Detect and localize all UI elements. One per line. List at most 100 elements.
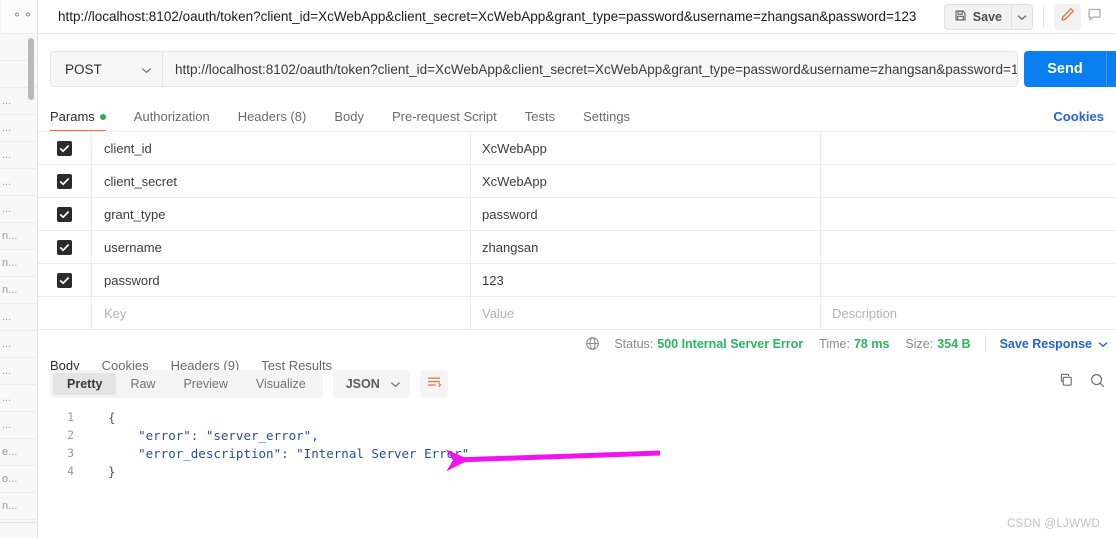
- line-content: {: [108, 409, 116, 425]
- param-key-input[interactable]: client_secret: [92, 165, 471, 197]
- sidebar-top-box: ⚬⚬⚬: [2, 0, 37, 34]
- tab-tests[interactable]: Tests: [525, 109, 569, 132]
- edit-request-button[interactable]: [1054, 4, 1081, 30]
- view-mode-preview[interactable]: Preview: [169, 373, 241, 395]
- tab-authorization[interactable]: Authorization: [134, 109, 224, 132]
- list-item[interactable]: n...: [0, 277, 37, 304]
- list-item[interactable]: n...: [0, 223, 37, 250]
- view-mode-pretty[interactable]: Pretty: [53, 373, 117, 395]
- param-description-input[interactable]: [821, 198, 1116, 230]
- param-value-input[interactable]: zhangsan: [471, 231, 821, 263]
- list-item[interactable]: ...: [0, 169, 37, 196]
- table-row: grant_type password: [38, 198, 1116, 231]
- line-content: "error_description": "Internal Server Er…: [108, 445, 470, 461]
- param-description-input[interactable]: [821, 264, 1116, 296]
- table-row: password 123: [38, 264, 1116, 297]
- sidebar-footer: [0, 522, 37, 538]
- sidebar-scrollbar[interactable]: [28, 38, 34, 100]
- list-item[interactable]: ...: [0, 358, 37, 385]
- line-number: 1: [67, 410, 74, 424]
- checkbox-checked-icon[interactable]: [57, 173, 72, 189]
- save-button-label: Save: [972, 10, 1002, 24]
- list-item[interactable]: n...: [0, 250, 37, 277]
- save-response-button[interactable]: Save Response: [1000, 337, 1108, 351]
- checkbox-checked-icon[interactable]: [57, 239, 72, 255]
- window-titlebar: http://localhost:8102/oauth/token?client…: [38, 0, 1116, 34]
- http-method-select[interactable]: POST: [50, 51, 163, 87]
- floppy-disk-icon: [954, 9, 967, 25]
- comments-button[interactable]: [1081, 4, 1108, 30]
- line-content: }: [108, 463, 116, 479]
- param-value-input[interactable]: password: [471, 198, 821, 230]
- list-item[interactable]: ...: [0, 412, 37, 439]
- param-description-input[interactable]: [821, 132, 1116, 164]
- row-checkbox-cell: [38, 165, 92, 197]
- code-line: 4 }: [38, 462, 1116, 480]
- param-description-input[interactable]: [821, 165, 1116, 197]
- response-format-value: JSON: [345, 377, 380, 391]
- request-bar: POST http://localhost:8102/oauth/token?c…: [38, 34, 1116, 96]
- response-body-viewer[interactable]: 1 { 2 "error": "server_error", 3 "error_…: [38, 408, 1116, 516]
- list-item[interactable]: ...: [0, 196, 37, 223]
- send-button[interactable]: Send: [1024, 51, 1106, 87]
- param-key-input[interactable]: grant_type: [92, 198, 471, 230]
- param-value-input[interactable]: XcWebApp: [471, 165, 821, 197]
- request-url-input[interactable]: http://localhost:8102/oauth/token?client…: [163, 51, 1018, 87]
- response-format-select[interactable]: JSON: [332, 370, 410, 398]
- tab-settings[interactable]: Settings: [583, 109, 644, 132]
- param-description-input-empty[interactable]: Description: [821, 297, 1116, 329]
- tab-headers[interactable]: Headers (8): [238, 109, 321, 132]
- save-dropdown-button[interactable]: [1011, 4, 1033, 30]
- chevron-down-icon: [1017, 8, 1027, 26]
- table-row-empty: Key Value Description: [38, 297, 1116, 330]
- response-view-toolbar: Pretty Raw Preview Visualize JSON: [50, 370, 448, 398]
- tab-pre-request-script[interactable]: Pre-request Script: [392, 109, 511, 132]
- watermark: CSDN @LJWWD: [1007, 518, 1100, 530]
- row-checkbox-cell: [38, 132, 92, 164]
- save-button[interactable]: Save: [943, 4, 1011, 30]
- checkbox-checked-icon[interactable]: [57, 272, 72, 288]
- list-item[interactable]: ...: [0, 331, 37, 358]
- list-item[interactable]: ...: [0, 115, 37, 142]
- response-status-bar: Status: 500 Internal Server Error Time: …: [585, 335, 1108, 352]
- checkbox-checked-icon[interactable]: [57, 140, 72, 156]
- size-value: 354 B: [937, 336, 971, 351]
- param-value-input[interactable]: XcWebApp: [471, 132, 821, 164]
- tab-body[interactable]: Body: [334, 109, 378, 132]
- view-mode-visualize[interactable]: Visualize: [242, 373, 320, 395]
- copy-icon[interactable]: [1058, 372, 1075, 394]
- more-horizontal-icon[interactable]: ⚬⚬⚬: [12, 8, 37, 22]
- row-checkbox-cell: [38, 264, 92, 296]
- search-icon[interactable]: [1089, 372, 1106, 394]
- postman-window: ⚬⚬⚬ ... ... ... ... ... n... n... n... .…: [0, 0, 1116, 538]
- list-item[interactable]: n...: [0, 493, 37, 520]
- param-key-input[interactable]: username: [92, 231, 471, 263]
- save-response-label: Save Response: [999, 336, 1092, 351]
- tab-params[interactable]: Params: [50, 109, 120, 132]
- param-key-input[interactable]: password: [92, 264, 471, 296]
- list-item[interactable]: ...: [0, 304, 37, 331]
- word-wrap-button[interactable]: [419, 370, 448, 398]
- list-item[interactable]: e...: [0, 439, 37, 466]
- active-tab-title[interactable]: http://localhost:8102/oauth/token?client…: [58, 0, 916, 34]
- list-item[interactable]: o...: [0, 466, 37, 493]
- http-method-value: POST: [65, 61, 102, 77]
- titlebar-actions: Save: [943, 4, 1108, 30]
- line-number: 2: [67, 428, 74, 442]
- sidebar-strip: ⚬⚬⚬ ... ... ... ... ... n... n... n... .…: [0, 0, 38, 538]
- row-checkbox-cell: [38, 198, 92, 230]
- size-label: Size:: [905, 336, 934, 351]
- param-value-input[interactable]: 123: [471, 264, 821, 296]
- send-options-button[interactable]: [1106, 51, 1116, 87]
- param-value-input-empty[interactable]: Value: [471, 297, 821, 329]
- param-key-input-empty[interactable]: Key: [92, 297, 471, 329]
- row-checkbox-cell: [38, 231, 92, 263]
- list-item[interactable]: ...: [0, 142, 37, 169]
- view-mode-raw[interactable]: Raw: [116, 373, 169, 395]
- checkbox-checked-icon[interactable]: [57, 206, 72, 222]
- param-description-input[interactable]: [821, 231, 1116, 263]
- line-content: "error": "server_error",: [108, 427, 319, 443]
- param-key-input[interactable]: client_id: [92, 132, 471, 164]
- cookies-link[interactable]: Cookies: [1053, 109, 1104, 124]
- list-item[interactable]: ...: [0, 385, 37, 412]
